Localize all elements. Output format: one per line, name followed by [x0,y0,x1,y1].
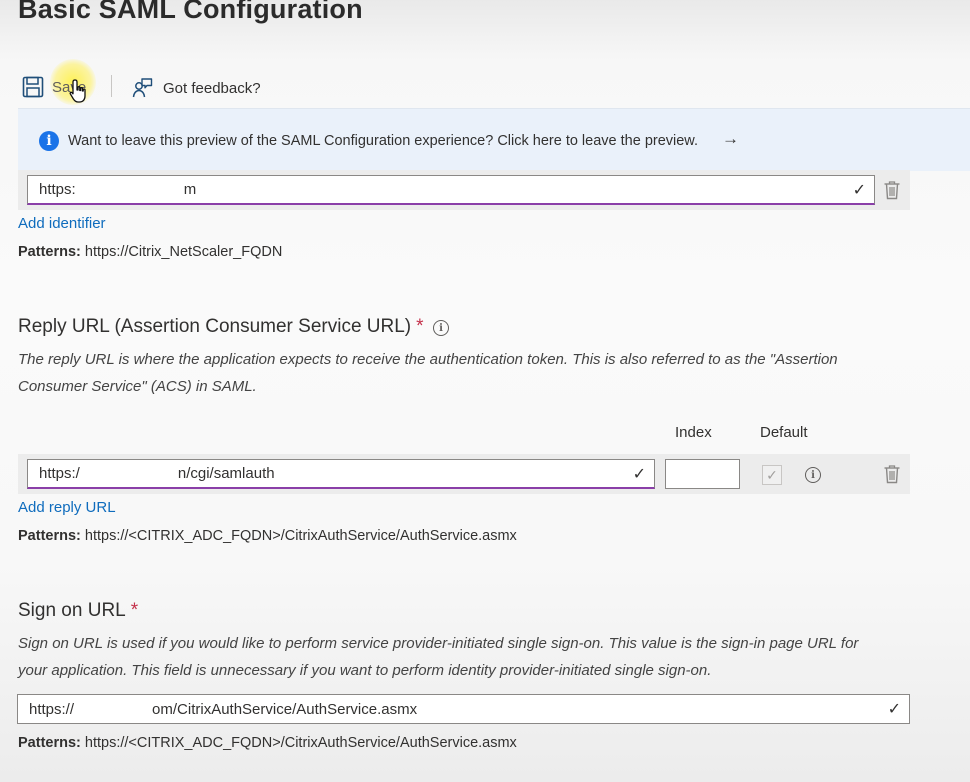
reply-url-input[interactable]: https:/ n/cgi/samlauth ✓ [27,459,655,489]
sign-on-url-title: Sign on URL [18,600,126,621]
identifier-value-prefix: https: [39,181,76,198]
add-identifier-link[interactable]: Add identifier [18,215,106,232]
info-icon: i [39,131,59,151]
identifier-value-suffix: m [183,181,197,198]
check-icon: ✓ [887,701,901,718]
reply-desc-line1: The reply URL is where the application e… [18,351,838,368]
feedback-icon [131,77,153,99]
save-button[interactable]: Save [22,70,104,104]
patterns-label: Patterns: [18,735,81,751]
add-reply-url-link[interactable]: Add reply URL [18,499,116,516]
reply-url-title: Reply URL (Assertion Consumer Service UR… [18,316,412,337]
toolbar-divider [111,75,112,97]
signon-patterns: Patterns: https://<CITRIX_ADC_FQDN>/Citr… [18,735,517,751]
reply-value-prefix: https:/ [39,465,80,482]
default-checkbox[interactable]: ✓ [762,465,782,485]
patterns-label: Patterns: [18,244,81,260]
signon-desc-line1: Sign on URL is used if you would like to… [18,635,859,652]
patterns-value: https://Citrix_NetScaler_FQDN [84,244,283,260]
reply-desc-line2: Consumer Service" (ACS) in SAML. [18,378,257,395]
arrow-right-icon[interactable]: → [722,129,739,149]
hand-cursor-icon [68,78,90,109]
identifier-patterns: Patterns: https://Citrix_NetScaler_FQDN [18,244,282,260]
sign-on-url-input[interactable]: https:// om/CitrixAuthService/AuthServic… [17,694,910,724]
info-icon[interactable]: i [433,320,449,336]
trash-icon[interactable] [883,180,901,205]
index-column-header: Index [675,424,712,441]
check-icon: ✓ [852,182,866,199]
reply-value-suffix: n/cgi/samlauth [177,465,275,482]
sign-on-url-label: Sign on URL * [18,600,138,622]
signon-value-prefix: https:// [29,700,75,718]
default-column-header: Default [760,424,808,441]
reply-patterns: Patterns: https://<CITRIX_ADC_FQDN>/Citr… [18,528,517,544]
patterns-label: Patterns: [18,528,81,544]
signon-value-suffix: om/CitrixAuthService/AuthService.asmx [152,700,418,718]
required-marker: * [416,316,424,337]
feedback-label: Got feedback? [163,79,261,97]
save-icon [22,76,44,98]
identifier-input[interactable]: https: m ✓ [27,175,875,205]
reply-url-label: Reply URL (Assertion Consumer Service UR… [18,316,424,338]
trash-icon[interactable] [883,464,901,489]
page-title: Basic SAML Configuration [18,0,363,24]
sign-on-url-description: Sign on URL is used if you would like to… [18,630,938,684]
signon-desc-line2: your application. This field is unnecess… [18,662,712,679]
banner-text[interactable]: Want to leave this preview of the SAML C… [68,133,698,149]
required-marker: * [130,600,139,621]
patterns-value: https://<CITRIX_ADC_FQDN>/CitrixAuthServ… [84,735,517,751]
check-icon: ✓ [632,466,646,483]
feedback-button[interactable]: Got feedback? [131,73,261,103]
info-icon[interactable]: i [805,467,821,483]
reply-url-description: The reply URL is where the application e… [18,346,918,400]
patterns-value: https://<CITRIX_ADC_FQDN>/CitrixAuthServ… [84,528,517,544]
index-input[interactable] [665,459,740,489]
